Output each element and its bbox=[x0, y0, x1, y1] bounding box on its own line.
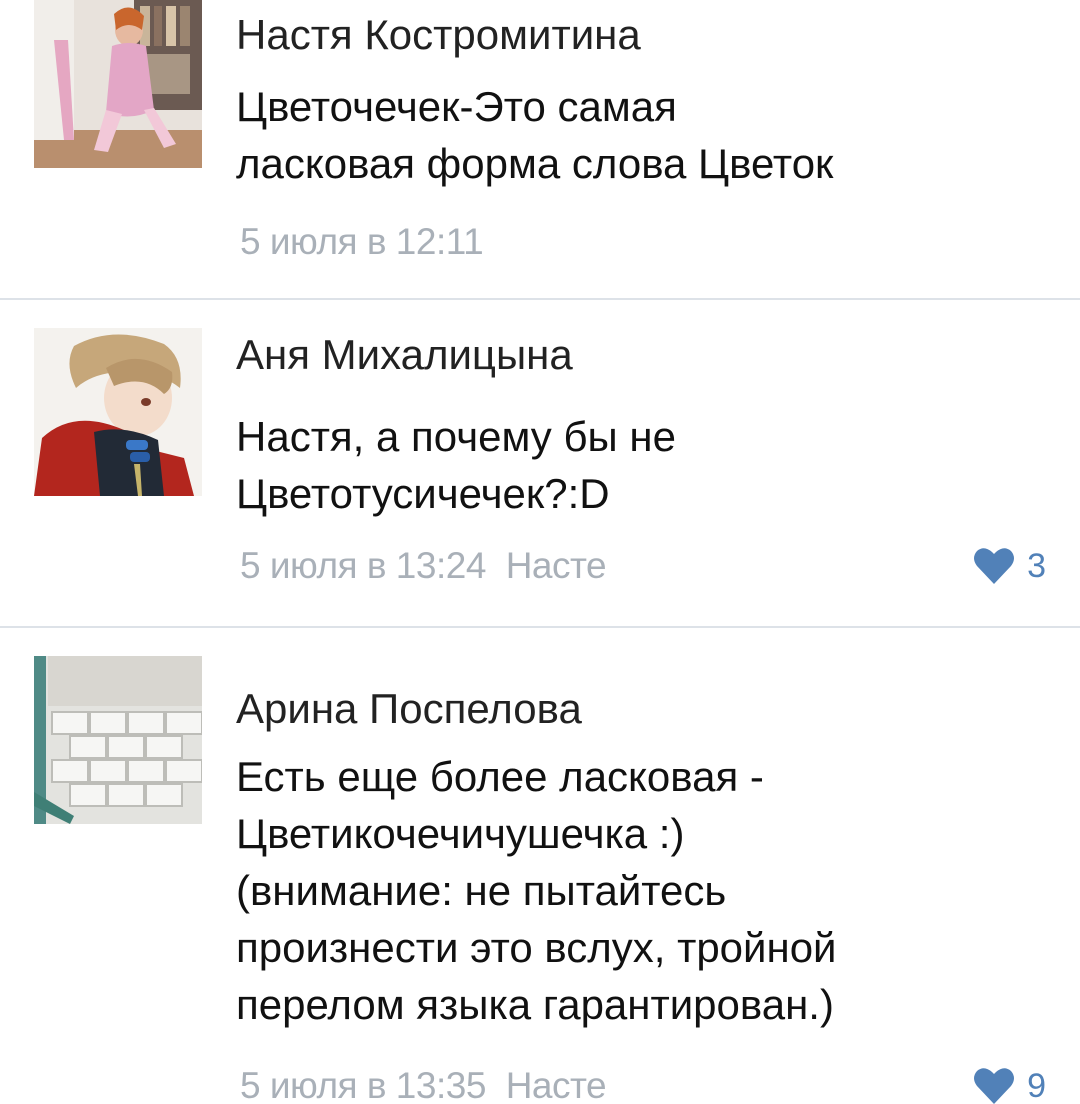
reply-to-link[interactable]: Насте bbox=[506, 1065, 607, 1104]
comment-text: Цветочечек-Это самая ласковая форма слов… bbox=[236, 78, 1056, 192]
comment-date[interactable]: 5 июля в 13:24 bbox=[240, 545, 486, 586]
comment-meta: 5 июля в 13:35 Насте bbox=[240, 1064, 607, 1104]
comment-text: Настя, а почему бы не Цветотусичечек?:D bbox=[236, 408, 1056, 522]
avatar[interactable] bbox=[34, 656, 202, 824]
author-name[interactable]: Настя Костромитина bbox=[236, 10, 641, 60]
author-name[interactable]: Арина Поспелова bbox=[236, 684, 582, 734]
comment-text-line: (внимание: не пытайтесь bbox=[236, 867, 727, 914]
comment-date[interactable]: 5 июля в 12:11 bbox=[240, 221, 484, 262]
comment-item: Арина Поспелова Есть еще более ласковая … bbox=[0, 628, 1080, 1104]
comment-meta: 5 июля в 13:24 Насте bbox=[240, 544, 607, 588]
heart-icon bbox=[973, 1066, 1015, 1104]
author-name[interactable]: Аня Михалицына bbox=[236, 330, 573, 380]
comments-feed: Настя Костромитина Цветочечек-Это самая … bbox=[0, 0, 1080, 1104]
comment-text-line: перелом языка гарантирован.) bbox=[236, 981, 834, 1028]
comment-text-line: Цветотусичечек?:D bbox=[236, 470, 610, 517]
like-button[interactable]: 3 bbox=[973, 544, 1046, 588]
comment-text-line: Есть еще более ласковая - bbox=[236, 753, 764, 800]
comment-item: Настя Костромитина Цветочечек-Это самая … bbox=[0, 0, 1080, 298]
avatar[interactable] bbox=[34, 328, 202, 496]
comment-item: Аня Михалицына Настя, а почему бы не Цве… bbox=[0, 300, 1080, 626]
comment-text-line: ласковая форма слова Цветок bbox=[236, 140, 834, 187]
comment-text-line: произнести это вслух, тройной bbox=[236, 924, 837, 971]
comment-meta: 5 июля в 12:11 bbox=[240, 220, 484, 264]
comment-date[interactable]: 5 июля в 13:35 bbox=[240, 1065, 486, 1104]
comment-text-line: Настя, а почему бы не bbox=[236, 413, 676, 460]
reply-to-link[interactable]: Насте bbox=[506, 545, 607, 586]
avatar[interactable] bbox=[34, 0, 202, 168]
comment-text-line: Цветочечек-Это самая bbox=[236, 83, 677, 130]
like-button[interactable]: 9 bbox=[973, 1064, 1046, 1104]
comment-text-line: Цветикочечичушечка :) bbox=[236, 810, 685, 857]
like-count: 9 bbox=[1027, 1067, 1046, 1104]
like-count: 3 bbox=[1027, 547, 1046, 585]
heart-icon bbox=[973, 546, 1015, 586]
comment-text: Есть еще более ласковая - Цветикочечичуш… bbox=[236, 748, 1056, 1033]
